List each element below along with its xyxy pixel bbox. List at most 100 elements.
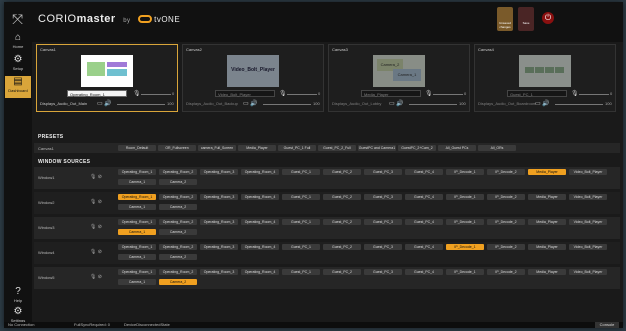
source-button[interactable]: IP_Decode_2 [487, 244, 525, 250]
source-button[interactable]: Operating_Room_3 [200, 194, 238, 200]
source-button[interactable]: Operating_Room_1 [118, 244, 156, 250]
source-button[interactable]: Operating_Room_3 [200, 219, 238, 225]
unsaved-changes-button[interactable]: Unsaved changes [497, 7, 513, 31]
speaker-icon[interactable]: ▭ 🔊 [535, 100, 550, 107]
mic-mute-icon[interactable]: 🎙 ⊘ [90, 249, 102, 255]
canvas-source-select[interactable]: Media_Player [361, 90, 421, 97]
source-button[interactable]: Operating_Room_4 [241, 269, 279, 275]
console-button[interactable]: Console [595, 322, 619, 328]
source-button[interactable]: Operating_Room_2 [159, 219, 197, 225]
source-button[interactable]: Guest_PC_3 [364, 244, 402, 250]
source-button[interactable]: Media_Player [528, 219, 566, 225]
canvas-source-select[interactable]: Video_Bolt_Player [215, 90, 275, 97]
source-button[interactable]: Guest_PC_2 [323, 169, 361, 175]
camera-button[interactable]: Camera_2 [159, 204, 197, 210]
mic-mute-icon[interactable]: 🎙 ⊘ [90, 199, 102, 205]
preset-button[interactable]: Guest_PC_1 Full [278, 145, 316, 151]
preset-button[interactable]: Guest_PC_2_Full [318, 145, 356, 151]
source-button[interactable]: Guest_PC_2 [323, 219, 361, 225]
audio-volume-slider[interactable] [555, 104, 603, 105]
source-button[interactable]: Guest_PC_3 [364, 219, 402, 225]
source-button[interactable]: Operating_Room_3 [200, 169, 238, 175]
source-button[interactable]: Guest_PC_3 [364, 169, 402, 175]
audio-volume-slider[interactable] [263, 104, 311, 105]
volume-slider[interactable] [433, 94, 463, 95]
source-button[interactable]: Operating_Room_2 [159, 244, 197, 250]
source-button[interactable]: Guest_PC_4 [405, 169, 443, 175]
canvas-preview[interactable] [81, 55, 133, 87]
source-button[interactable]: Guest_PC_1 [282, 244, 320, 250]
source-button[interactable]: IP_Decode_2 [487, 269, 525, 275]
source-button[interactable]: Guest_PC_1 [282, 169, 320, 175]
source-button[interactable]: Operating_Room_4 [241, 219, 279, 225]
preset-button[interactable]: All_ORs [478, 145, 516, 151]
source-button[interactable]: IP_Decode_1 [446, 219, 484, 225]
preset-button[interactable]: All_Guest PCs [438, 145, 476, 151]
source-button[interactable]: Operating_Room_4 [241, 169, 279, 175]
source-button[interactable]: IP_Decode_1 [446, 194, 484, 200]
source-button[interactable]: IP_Decode_1 [446, 244, 484, 250]
preset-button[interactable]: Room_Default [118, 145, 156, 151]
camera-button[interactable]: Camera_2 [159, 229, 197, 235]
source-button[interactable]: Media_Player [528, 244, 566, 250]
source-button[interactable]: Guest_PC_1 [282, 269, 320, 275]
canvas-preview[interactable]: Video_Bolt_Player [227, 55, 279, 87]
speaker-icon[interactable]: ▭ 🔊 [97, 100, 112, 107]
source-button[interactable]: Guest_PC_4 [405, 219, 443, 225]
volume-slider[interactable] [579, 94, 609, 95]
source-button[interactable]: Guest_PC_3 [364, 194, 402, 200]
preset-button[interactable]: GuestPC and Camera1 [358, 145, 396, 151]
preset-button[interactable]: GuestPC_2+Cam_2 [398, 145, 436, 151]
source-button[interactable]: Guest_PC_2 [323, 194, 361, 200]
source-button[interactable]: Operating_Room_1 [118, 169, 156, 175]
sidebar-item-setup[interactable]: ⚙ Setup [5, 54, 31, 76]
preset-button[interactable]: Media_Player [238, 145, 276, 151]
preset-button[interactable]: OR_Fullscreen [158, 145, 196, 151]
mic-mute-icon[interactable]: 🎙 ⊘ [90, 174, 102, 180]
mic-icon[interactable]: 🎙 [571, 90, 579, 97]
power-icon[interactable]: ⏻ [542, 12, 554, 24]
source-button[interactable]: Media_Player [528, 269, 566, 275]
source-button[interactable]: Operating_Room_2 [159, 194, 197, 200]
source-button[interactable]: Operating_Room_1 [118, 269, 156, 275]
source-button[interactable]: Media_Player [528, 169, 566, 175]
audio-volume-slider[interactable] [409, 104, 457, 105]
sidebar-item-dashboard[interactable]: ▤ Dashboard [5, 76, 31, 98]
source-button[interactable]: Guest_PC_3 [364, 269, 402, 275]
camera-button[interactable]: Camera_1 [118, 254, 156, 260]
source-button[interactable]: IP_Decode_2 [487, 169, 525, 175]
source-button[interactable]: Video_Bolt_Player [569, 219, 607, 225]
volume-slider[interactable] [287, 94, 317, 95]
mic-icon[interactable]: 🎙 [133, 90, 141, 97]
audio-volume-slider[interactable] [117, 104, 165, 105]
source-button[interactable]: Operating_Room_1 [118, 219, 156, 225]
source-button[interactable]: Operating_Room_3 [200, 269, 238, 275]
sidebar-item-help[interactable]: ? Help [5, 286, 31, 308]
camera-button[interactable]: Camera_1 [118, 229, 156, 235]
source-button[interactable]: IP_Decode_1 [446, 269, 484, 275]
canvas-preview[interactable]: Camera_2 Camera_1 [373, 55, 425, 87]
volume-slider[interactable] [141, 94, 171, 95]
mic-mute-icon[interactable]: 🎙 ⊘ [90, 274, 102, 280]
canvas-source-select[interactable]: Guest_PC_1 [507, 90, 567, 97]
mic-mute-icon[interactable]: 🎙 ⊘ [90, 224, 102, 230]
source-button[interactable]: Guest_PC_4 [405, 244, 443, 250]
source-button[interactable]: Guest_PC_2 [323, 269, 361, 275]
source-button[interactable]: Guest_PC_1 [282, 194, 320, 200]
source-button[interactable]: Operating_Room_4 [241, 194, 279, 200]
source-button[interactable]: Guest_PC_2 [323, 244, 361, 250]
source-button[interactable]: Operating_Room_2 [159, 169, 197, 175]
save-button[interactable]: Save [518, 7, 534, 31]
sidebar-item-home[interactable]: ⌂ Home [5, 32, 31, 54]
camera-button[interactable]: Camera_1 [118, 204, 156, 210]
camera-button[interactable]: Camera_1 [118, 179, 156, 185]
canvas-card-3[interactable]: Canvas3 Camera_2 Camera_1 Media_Player 🎙… [328, 44, 470, 112]
canvas-preview[interactable] [519, 55, 571, 87]
source-button[interactable]: IP_Decode_1 [446, 169, 484, 175]
source-button[interactable]: Guest_PC_1 [282, 219, 320, 225]
source-button[interactable]: Operating_Room_3 [200, 244, 238, 250]
source-button[interactable]: Operating_Room_2 [159, 269, 197, 275]
preset-button[interactable]: camera_Full_Screen [198, 145, 236, 151]
source-button[interactable]: Operating_Room_1 [118, 194, 156, 200]
source-button[interactable]: Video_Bolt_Player [569, 244, 607, 250]
